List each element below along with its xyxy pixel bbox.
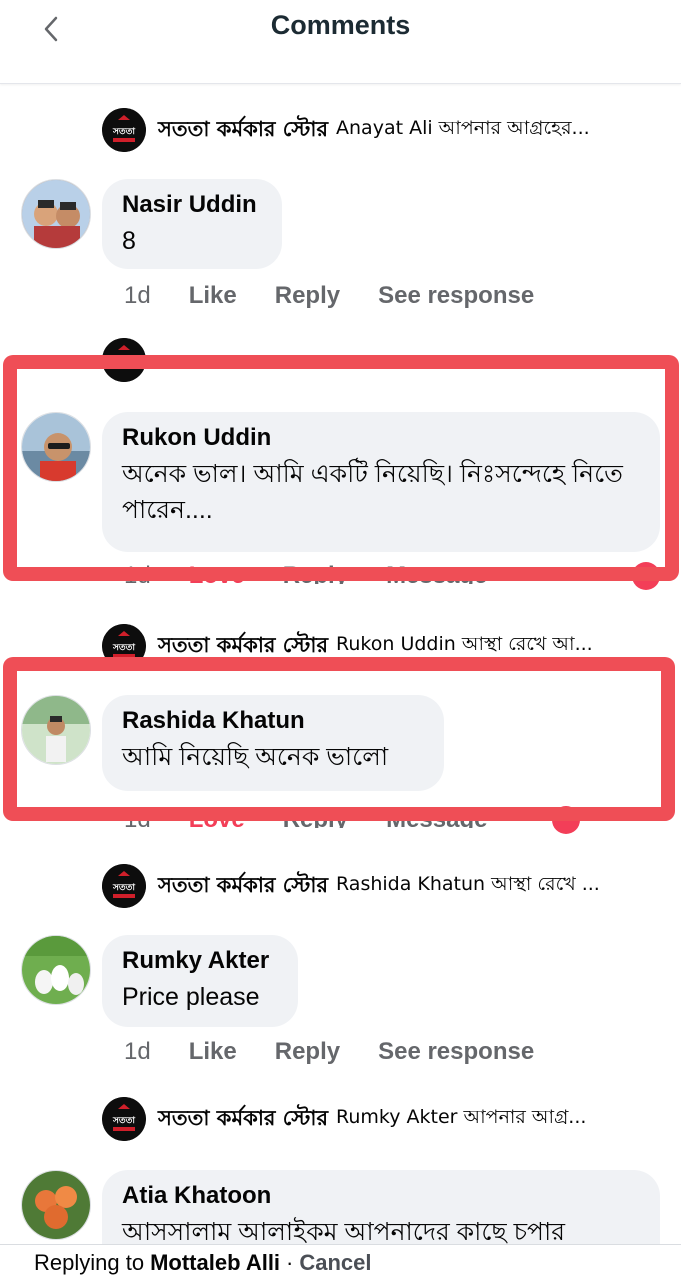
comment-bubble[interactable]: Rumky Akter Price please — [102, 935, 298, 1027]
separator-dot: · — [286, 1249, 294, 1275]
page-name[interactable]: সততা কর্মকার স্টোর — [158, 869, 328, 904]
comment-feed[interactable]: সততা সততা কর্মকার স্টোর Anayat Ali আপনার… — [0, 84, 681, 1244]
reply-preview-text: Rumky Akter আপনার আগ্র... — [336, 1106, 587, 1128]
page-name[interactable]: সততা কর্মকার স্টোর — [158, 113, 328, 148]
reply-button[interactable]: Reply — [283, 562, 348, 584]
comment-time: 1d — [124, 806, 151, 828]
see-response-button[interactable]: See response — [378, 282, 534, 310]
message-button[interactable]: Message — [386, 806, 487, 828]
avatar[interactable] — [21, 412, 91, 482]
replying-to-name: Mottaleb Alli — [150, 1249, 281, 1275]
comment-author[interactable]: Atia Khatoon — [122, 1182, 640, 1210]
page-name[interactable]: সততা কর্মকার স্টোর — [158, 1102, 328, 1137]
reply-button[interactable]: Reply — [275, 1038, 340, 1066]
page-reply-preview[interactable]: সততা সততা কর্মকার স্টোর Rumky Akter আপনা… — [102, 1097, 662, 1141]
message-button[interactable]: Message — [386, 562, 487, 584]
love-reaction-icon — [552, 806, 580, 834]
comment-actions: 1d Love Reply Message — [124, 562, 525, 584]
comment-text: আমি নিয়েছি অনেক ভালো — [122, 743, 389, 771]
reply-preview-text: Rashida Khatun আস্থা রেখে ... — [336, 873, 600, 895]
reply-button[interactable]: Reply — [283, 806, 348, 828]
page-reply-preview[interactable]: সততা সততা কর্মকার স্টোর Rashida Khatun আ… — [102, 864, 662, 908]
comment-author[interactable]: Rukon Uddin — [122, 424, 640, 452]
page-reply-preview[interactable]: সততা সততা কর্মকার স্টোর Rukon Uddin আস্থ… — [102, 624, 662, 668]
avatar[interactable] — [21, 935, 91, 1005]
avatar[interactable] — [21, 695, 91, 765]
comment-actions: 1d Like Reply See response — [124, 1038, 572, 1066]
love-button[interactable]: Love — [189, 806, 245, 828]
comment-time: 1d — [124, 1038, 151, 1065]
reply-preview-text: Rukon Uddin আস্থা রেখে আ... — [336, 633, 593, 655]
page-avatar: সততা — [102, 108, 146, 152]
comment-bubble[interactable]: Rukon Uddin অনেক ভাল। আমি একটি নিয়েছি। … — [102, 412, 660, 552]
see-response-button[interactable]: See response — [378, 1038, 534, 1066]
page-avatar: সততা — [102, 864, 146, 908]
comment-bubble[interactable]: Rashida Khatun আমি নিয়েছি অনেক ভালো — [102, 695, 444, 791]
love-reaction-icon — [632, 562, 660, 590]
like-button[interactable]: Like — [189, 282, 237, 310]
page-reply-preview[interactable]: সততা সততা কর্মকার স্টোর Anayat Ali আপনার… — [102, 108, 662, 152]
comment-actions: 1d Love Reply Message — [124, 806, 525, 828]
page-title: Comments — [270, 10, 411, 40]
comment-author[interactable]: Rashida Khatun — [122, 707, 424, 735]
page-avatar — [102, 338, 146, 382]
comment-bubble[interactable]: Atia Khatoon আসসালাম আলাইকম আপনাদের কাছে… — [102, 1170, 660, 1244]
comment-bubble[interactable]: Nasir Uddin 8 — [102, 179, 282, 269]
love-button[interactable]: Love — [189, 562, 245, 584]
replying-to-bar: Replying to Mottaleb Alli · Cancel — [0, 1244, 681, 1280]
comment-text: 8 — [122, 227, 136, 255]
cancel-reply-button[interactable]: Cancel — [299, 1250, 371, 1276]
page-logo-text: সততা — [112, 1116, 135, 1126]
like-button[interactable]: Like — [189, 1038, 237, 1066]
comment-time: 1d — [124, 282, 151, 309]
comment-text: অনেক ভাল। আমি একটি নিয়েছি। নিঃসন্দেহে ন… — [122, 460, 623, 525]
comment-time: 1d — [124, 562, 151, 584]
page-logo-text: সততা — [112, 643, 135, 653]
header-bar: Comments — [0, 0, 681, 84]
comment-text: আসসালাম আলাইকম আপনাদের কাছে চপার — [122, 1218, 566, 1244]
comment-text: Price please — [122, 983, 260, 1011]
comment-actions: 1d Like Reply See response — [124, 282, 572, 310]
reply-button[interactable]: Reply — [275, 282, 340, 310]
replying-to-label: Replying to — [34, 1249, 145, 1275]
page-logo-text: সততা — [112, 127, 135, 137]
comment-author[interactable]: Rumky Akter — [122, 947, 278, 975]
page-avatar: সততা — [102, 624, 146, 668]
comment-author[interactable]: Nasir Uddin — [122, 191, 262, 219]
reply-preview-text: Anayat Ali আপনার আগ্রহের... — [336, 117, 590, 139]
page-name[interactable]: সততা কর্মকার স্টোর — [158, 629, 328, 664]
page-avatar: সততা — [102, 1097, 146, 1141]
avatar[interactable] — [21, 1170, 91, 1240]
page-logo-text: সততা — [112, 883, 135, 893]
avatar[interactable] — [21, 179, 91, 249]
